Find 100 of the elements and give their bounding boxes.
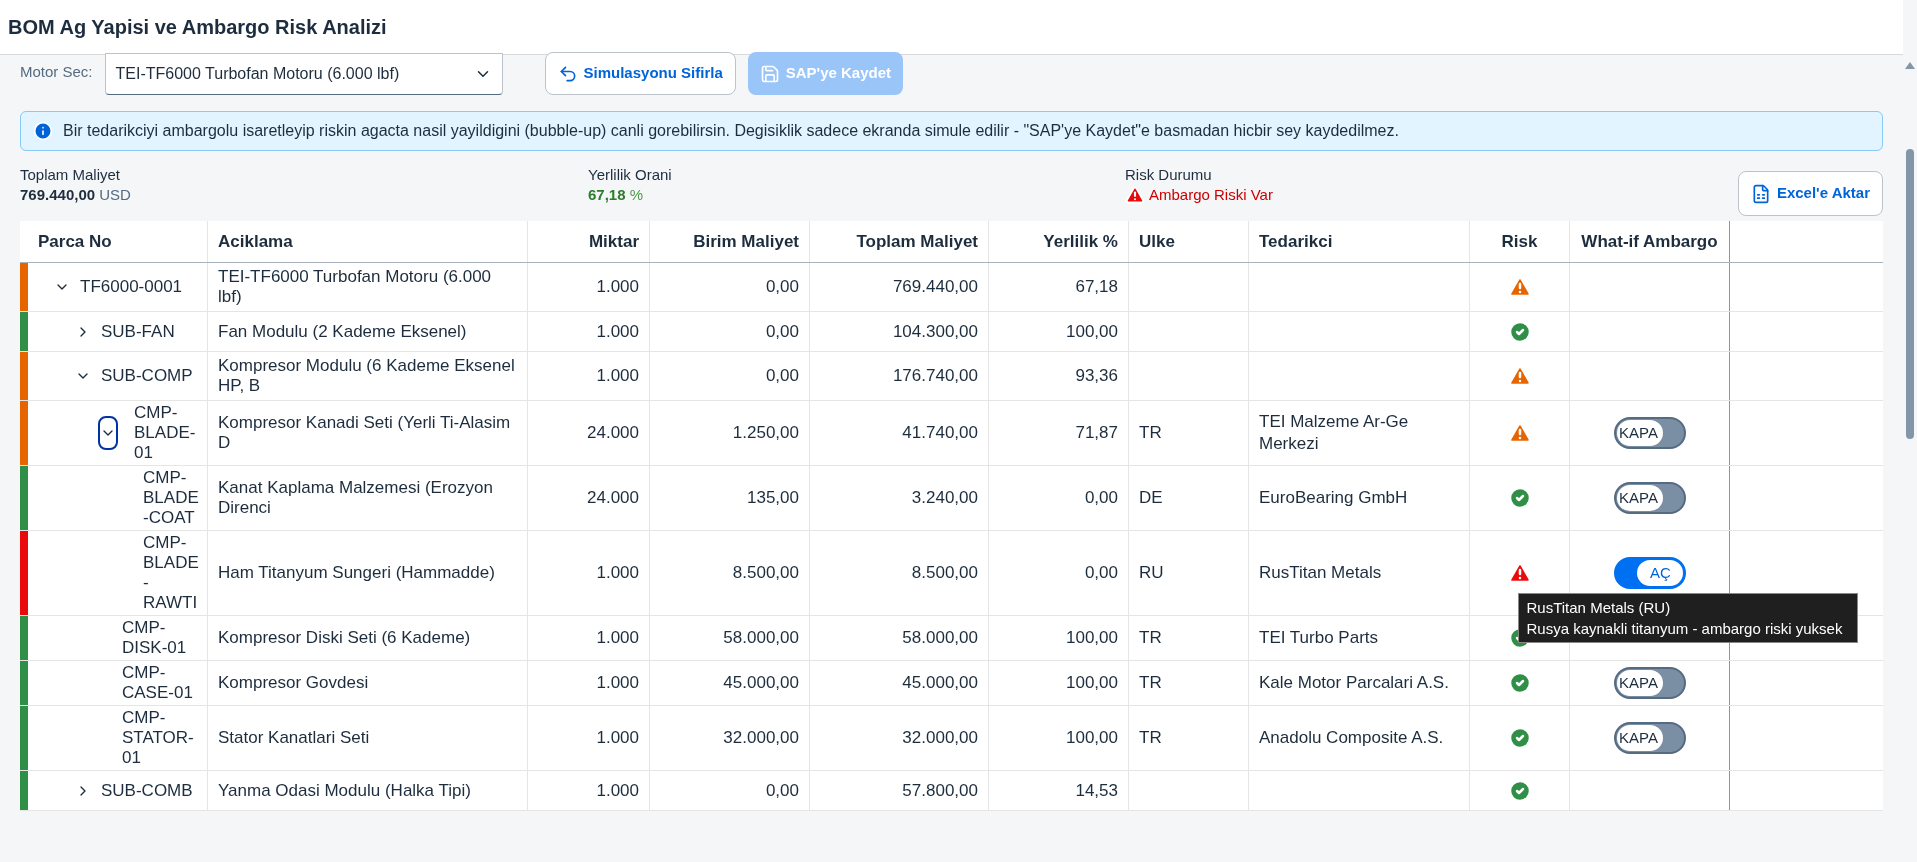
supplier-cell: Kale Motor Parcalari A.S.: [1259, 672, 1449, 694]
part-number: SUB-COMB: [101, 780, 193, 801]
description-cell: Fan Modulu (2 Kademe Eksenel): [218, 321, 467, 342]
number-cell-text: 176.740,00: [892, 365, 978, 388]
summary-label: Yerlilik Orani: [588, 165, 673, 185]
number-cell-text: 45.000,00: [902, 672, 978, 695]
number-cell-text: 1.000: [596, 276, 639, 299]
number-cell-text: 45.000,00: [723, 672, 799, 695]
number-cell-text: 57.800,00: [902, 779, 978, 802]
number-cell-text: 24.000: [587, 422, 639, 445]
number-cell-text: 8.500,00: [911, 562, 978, 585]
column-header[interactable]: Toplam Maliyet: [820, 228, 978, 255]
info-message: Bir tedarikciyi ambargolu isaretleyip riskin agacta nasil yayildigini (bubble-up) canli gorebilirsin. Degisiklik sadece ekranda simule edilir - "SAP'ye Kaydet"e basmadan hicbir sey kaydedilmez.: [63, 121, 1399, 141]
number-cell-text: 8.500,00: [732, 562, 799, 585]
number-cell-text: 71,87: [1075, 422, 1118, 445]
table-row[interactable]: SUB-COMP Kompresor Modulu (6 Kademe Eksenel HP, B 1.000 0,00 176.740,00 93,36: [20, 352, 1883, 401]
country-cell-text: TR: [1139, 672, 1162, 695]
motor-select[interactable]: TEI-TF6000 Turbofan Motoru (6.000 lbf): [104, 53, 503, 95]
number-cell-text: 14,53: [1075, 779, 1118, 802]
part-number: SUB-COMP: [101, 366, 193, 386]
country-cell-text: TR: [1139, 422, 1162, 445]
number-cell-text: 135,00: [747, 487, 799, 510]
toggle-switch[interactable]: KAPA: [1613, 722, 1686, 754]
description-cell: Stator Kanatlari Seti: [218, 728, 370, 748]
save-icon: [759, 63, 780, 84]
tooltip-line: Rusya kaynakli titanyum - ambargo riski yuksek: [1526, 619, 1844, 639]
country-cell-text: RU: [1139, 562, 1164, 585]
column-header[interactable]: Yerlilik %: [999, 228, 1118, 255]
column-header[interactable]: Risk: [1480, 228, 1559, 255]
part-number: CMP-BLADE-01: [134, 403, 197, 463]
number-cell-text: 24.000: [587, 487, 639, 510]
table-row[interactable]: CMP-STATOR-01 Stator Kanatlari Seti 1.000 32.000,00 32.000,00 100,00 TR Anadolu Composite A.S. KAPA: [20, 706, 1883, 771]
description-cell-text: Kanat Kaplama Malzemesi (Erozyon Direnci: [218, 478, 494, 518]
number-cell-text: 1.000: [596, 727, 639, 750]
number-cell-text: 104.300,00: [892, 320, 978, 343]
number-cell-text: 769.440,00: [892, 276, 978, 299]
supplier-cell-text: TEI Malzeme Ar-Ge Merkezi: [1259, 411, 1410, 455]
summary-label: Risk Durumu: [1125, 165, 1213, 185]
undo-icon: [557, 63, 578, 84]
collapse-button[interactable]: [98, 416, 118, 450]
table-row[interactable]: CMP-CASE-01 Kompresor Govdesi 1.000 45.000,00 45.000,00 100,00 TR Kale Motor Parcalari A.S. KAPA: [20, 661, 1883, 706]
summary-value: 67,18 %: [588, 185, 645, 205]
country-cell-text: TR: [1139, 727, 1162, 750]
number-cell-text: 100,00: [1066, 727, 1118, 750]
toggle-switch[interactable]: AÇ: [1613, 557, 1686, 589]
column-header[interactable]: Ulke: [1139, 228, 1238, 255]
part-number: CMP-BLADE-RAWTI: [143, 533, 199, 613]
part-number: CMP-STATOR-01: [122, 708, 195, 768]
number-cell-text: 0,00: [765, 365, 799, 388]
supplier-cell: Anadolu Composite A.S.: [1259, 727, 1444, 749]
table-row[interactable]: CMP-BLADE-01 Kompresor Kanadi Seti (Yerli Ti-Alasim D 24.000 1.250,00 41.740,00 71,87 TR TEI Malzeme Ar-Ge Merkezi KAPA: [20, 401, 1883, 466]
number-cell-text: 100,00: [1066, 672, 1118, 695]
column-header[interactable]: Aciklama: [218, 228, 517, 255]
number-cell-text: 1.000: [596, 320, 639, 343]
number-cell-text: 0,00: [765, 320, 799, 343]
toggle-switch[interactable]: KAPA: [1613, 482, 1686, 514]
number-cell-text: 1.000: [596, 365, 639, 388]
toggle-switch[interactable]: KAPA: [1613, 417, 1686, 449]
number-cell-text: 1.000: [596, 779, 639, 802]
motor-label: Motor Sec:: [20, 62, 93, 82]
description-cell: Yanma Odasi Modulu (Halka Tipi): [218, 780, 471, 801]
number-cell-text: 32.000,00: [723, 727, 799, 750]
description-cell: Kompresor Govdesi: [218, 673, 369, 693]
part-number: CMP-BLADE-COAT: [143, 468, 199, 528]
part-number: CMP-CASE-01: [122, 663, 194, 703]
column-header[interactable]: Parca No: [38, 228, 197, 255]
reset-button[interactable]: Simulasyonu Sifirla: [544, 52, 736, 95]
number-cell-text: 3.240,00: [911, 487, 978, 510]
number-cell-text: 32.000,00: [902, 727, 978, 750]
supplier-cell: RusTitan Metals: [1259, 562, 1382, 584]
number-cell-text: 0,00: [1084, 562, 1118, 585]
number-cell-text: 67,18: [1075, 276, 1118, 299]
table-row[interactable]: CMP-BLADE-COAT Kanat Kaplama Malzemesi (Erozyon Direnci 24.000 135,00 3.240,00 0,00 DE EuroBearing GmbH KAPA: [20, 466, 1883, 531]
number-cell-text: 1.000: [596, 672, 639, 695]
number-cell-text: 41.740,00: [902, 422, 978, 445]
summary-value: Ambargo Riski Var: [1149, 185, 1273, 205]
number-cell-text: 0,00: [765, 276, 799, 299]
number-cell-text: 1.000: [596, 562, 639, 585]
country-cell-text: DE: [1139, 487, 1163, 510]
number-cell-text: 1.250,00: [732, 422, 799, 445]
toggle-switch[interactable]: KAPA: [1613, 667, 1686, 699]
column-header[interactable]: Birim Maliyet: [660, 228, 799, 255]
column-header[interactable]: Miktar: [538, 228, 639, 255]
column-header[interactable]: What-if Ambargo: [1580, 228, 1719, 255]
number-cell-text: 0,00: [765, 779, 799, 802]
table-row[interactable]: TF6000-0001 TEI-TF6000 Turbofan Motoru (6.000 lbf) 1.000 0,00 769.440,00 67,18: [20, 263, 1883, 312]
part-number: SUB-FAN: [101, 321, 175, 342]
info-icon: [33, 121, 53, 141]
tooltip-line: RusTitan Metals (RU): [1526, 598, 1672, 618]
supplier-cell: EuroBearing GmbH: [1259, 487, 1408, 509]
table-row[interactable]: SUB-COMB Yanma Odasi Modulu (Halka Tipi) 1.000 0,00 57.800,00 14,53: [20, 771, 1883, 811]
number-cell-text: 100,00: [1066, 320, 1118, 343]
table-row[interactable]: SUB-FAN Fan Modulu (2 Kademe Eksenel) 1.000 0,00 104.300,00 100,00: [20, 312, 1883, 352]
summary-label: Toplam Maliyet: [20, 165, 122, 185]
summary-value: 769.440,00 USD: [20, 185, 132, 205]
number-cell-text: 0,00: [1084, 487, 1118, 510]
column-header[interactable]: Tedarikci: [1259, 228, 1459, 255]
warning-icon: [1125, 185, 1145, 205]
number-cell-text: 93,36: [1075, 365, 1118, 388]
export-button[interactable]: Excel'e Aktar: [1737, 171, 1883, 216]
